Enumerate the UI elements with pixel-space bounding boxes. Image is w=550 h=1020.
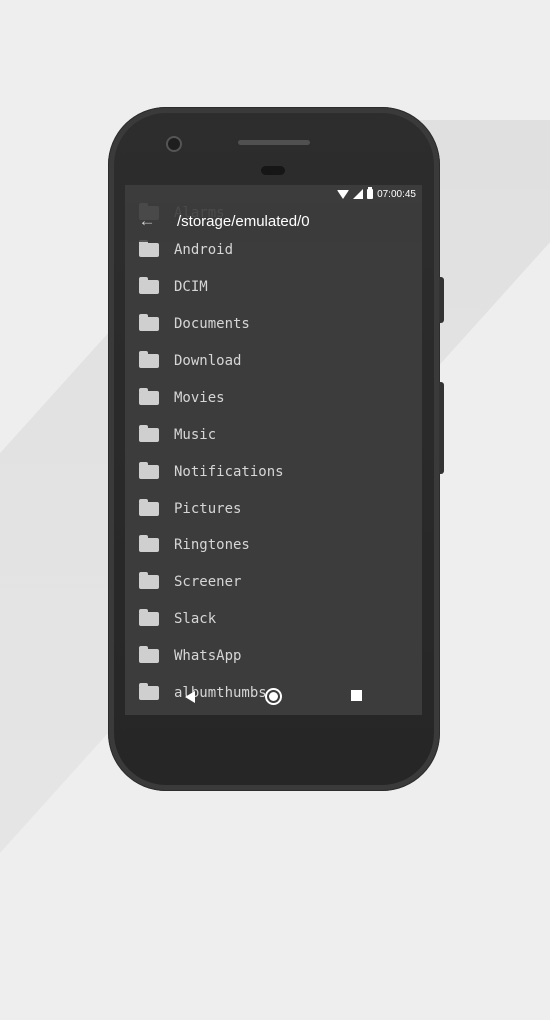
front-camera [166, 136, 182, 152]
nav-home-icon[interactable] [265, 688, 282, 705]
folder-name: Documents [174, 316, 250, 333]
folder-list-item[interactable]: Music [125, 416, 422, 453]
proximity-sensor [261, 166, 285, 175]
phone-screen: 07:00:45 ← /storage/emulated/0 AlarmsAnd… [125, 185, 422, 715]
nav-back-icon[interactable] [185, 691, 195, 703]
folder-list-item[interactable]: Screener [125, 564, 422, 601]
folder-list-item[interactable]: WhatsApp [125, 638, 422, 675]
status-time: 07:00:45 [377, 188, 416, 200]
arrow-back-icon[interactable]: ← [137, 211, 157, 231]
folder-name: Music [174, 426, 217, 443]
folder-icon [139, 535, 159, 553]
phone-volume-button [439, 382, 444, 474]
folder-icon [139, 240, 159, 258]
folder-name: Notifications [174, 463, 284, 480]
toolbar: ← /storage/emulated/0 [125, 203, 422, 242]
folder-name: Slack [174, 611, 217, 628]
folder-icon [139, 424, 159, 442]
folder-list-item[interactable]: Download [125, 343, 422, 380]
folder-icon [139, 646, 159, 664]
folder-list-item[interactable]: Pictures [125, 490, 422, 527]
battery-icon [367, 187, 374, 199]
folder-icon [139, 609, 159, 627]
folder-list-item[interactable]: Notifications [125, 453, 422, 490]
folder-name: WhatsApp [174, 648, 242, 665]
phone-power-button [439, 277, 444, 323]
status-bar: 07:00:45 [125, 185, 422, 203]
folder-list-item[interactable]: Movies [125, 379, 422, 416]
folder-list-item[interactable]: Slack [125, 601, 422, 638]
folder-name: Movies [174, 389, 225, 406]
wifi-icon [337, 189, 350, 199]
folder-list-item[interactable]: Documents [125, 306, 422, 343]
folder-icon [139, 572, 159, 590]
folder-name: Screener [174, 574, 242, 591]
folder-name: DCIM [174, 279, 208, 296]
folder-icon [139, 387, 159, 405]
folder-icon [139, 461, 159, 479]
folder-name: Ringtones [174, 537, 250, 554]
folder-icon [139, 314, 159, 332]
folder-icon [139, 277, 159, 295]
folder-icon [139, 498, 159, 516]
folder-list-item[interactable]: Ringtones [125, 527, 422, 564]
folder-list-item[interactable]: DCIM [125, 269, 422, 306]
nav-recents-icon[interactable] [351, 690, 362, 701]
navigation-bar [125, 679, 422, 715]
signal-icon [353, 189, 364, 199]
current-path-title: /storage/emulated/0 [177, 213, 310, 230]
folder-list: AlarmsAndroidDCIMDocumentsDownloadMovies… [125, 195, 422, 711]
folder-name: Android [174, 242, 234, 259]
folder-name: Pictures [174, 500, 242, 517]
folder-icon [139, 351, 159, 368]
earpiece-speaker [238, 140, 310, 145]
folder-name: Download [174, 353, 242, 369]
